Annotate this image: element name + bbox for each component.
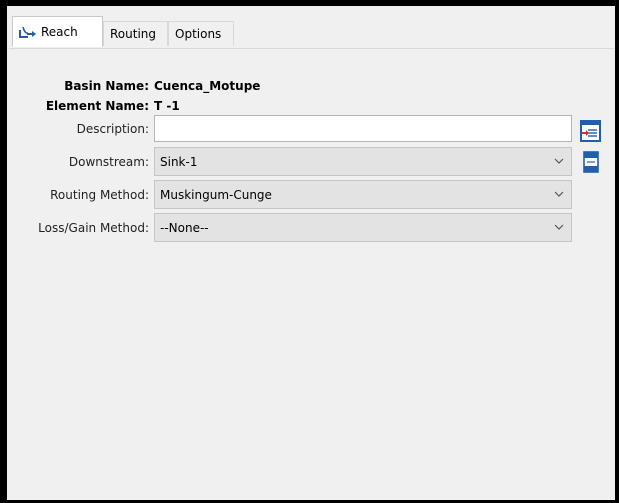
- downstream-select[interactable]: Sink-1: [154, 147, 572, 176]
- tab-options[interactable]: Options: [168, 21, 234, 46]
- routing-method-value: Muskingum-Cunge: [160, 187, 272, 202]
- loss-gain-method-label: Loss/Gain Method:: [38, 221, 149, 235]
- edit-description-button[interactable]: [580, 120, 601, 142]
- tab-reach-label: Reach: [41, 24, 78, 39]
- tab-routing[interactable]: Routing: [103, 21, 168, 46]
- downstream-value: Sink-1: [160, 154, 198, 169]
- description-label: Description:: [76, 122, 149, 136]
- tab-routing-label: Routing: [110, 27, 157, 41]
- description-input[interactable]: [154, 115, 572, 142]
- reach-icon: [19, 24, 37, 40]
- chevron-down-icon: [553, 221, 565, 233]
- edit-description-icon: [580, 120, 601, 142]
- loss-gain-method-value: --None--: [160, 220, 209, 235]
- basin-name-value: Cuenca_Motupe: [154, 79, 261, 93]
- chevron-down-icon: [553, 155, 565, 167]
- element-name-label: Element Name:: [45, 99, 149, 113]
- component-editor-panel: Reach Routing Options Basin Name: Cuenca…: [0, 0, 619, 503]
- loss-gain-method-select[interactable]: --None--: [154, 213, 572, 242]
- tab-options-label: Options: [175, 27, 222, 41]
- routing-method-label: Routing Method:: [50, 188, 149, 202]
- routing-method-select[interactable]: Muskingum-Cunge: [154, 180, 572, 209]
- select-downstream-icon: [582, 151, 600, 173]
- chevron-down-icon: [553, 188, 565, 200]
- basin-name-label: Basin Name:: [64, 79, 149, 93]
- tab-bar: Reach Routing Options: [9, 14, 615, 49]
- downstream-label: Downstream:: [68, 155, 149, 169]
- select-downstream-button[interactable]: [580, 151, 601, 173]
- tab-reach[interactable]: Reach: [12, 16, 103, 47]
- element-name-value: T -1: [154, 99, 180, 113]
